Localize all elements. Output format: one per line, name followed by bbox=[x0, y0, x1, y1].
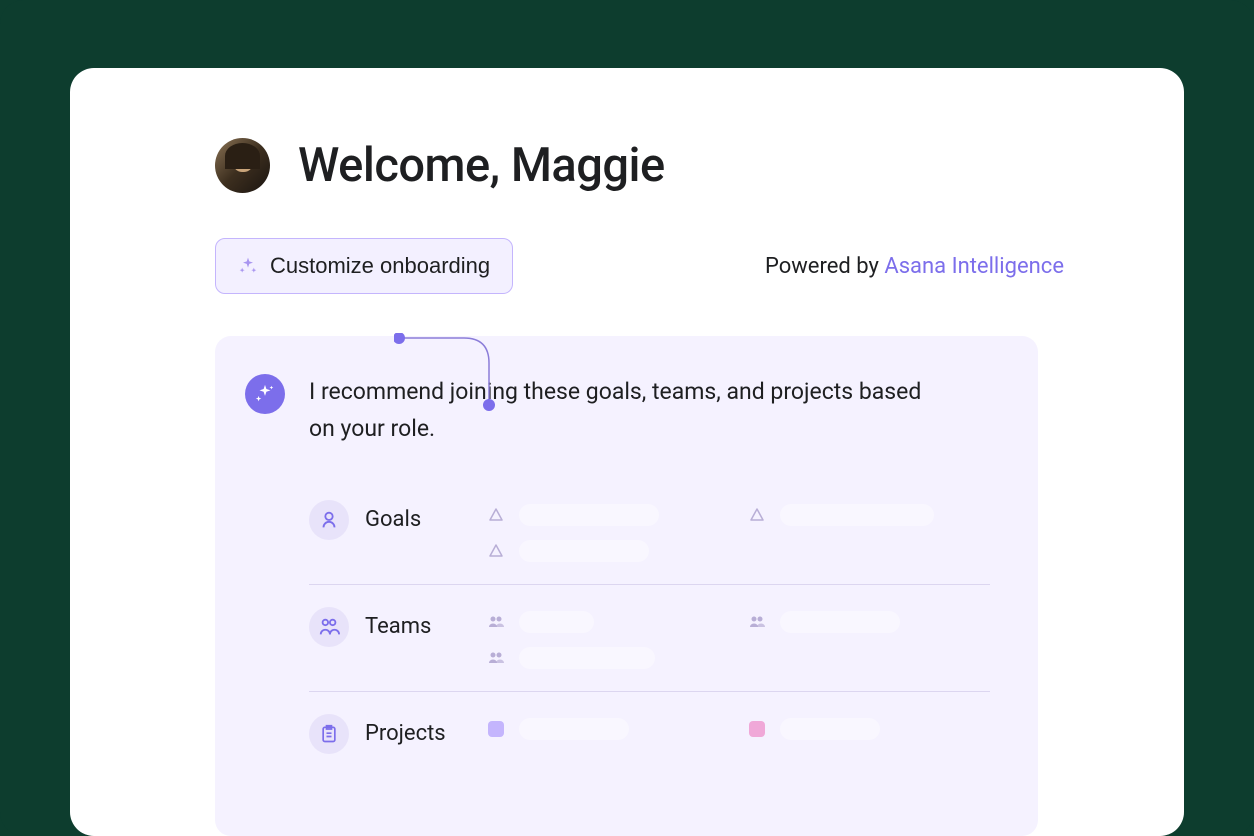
people-icon bbox=[487, 613, 505, 631]
outer-frame: Welcome, Maggie Customize onboarding Pow… bbox=[0, 0, 1254, 836]
placeholder-bar bbox=[519, 540, 649, 562]
teams-items bbox=[487, 607, 990, 669]
action-row: Customize onboarding Powered by Asana In… bbox=[215, 238, 1104, 294]
welcome-title: Welcome, Maggie bbox=[298, 138, 665, 193]
triangle-icon bbox=[748, 506, 766, 524]
triangle-icon bbox=[487, 542, 505, 560]
teams-label: Teams bbox=[365, 614, 431, 639]
goals-items bbox=[487, 500, 990, 562]
teams-section: Teams bbox=[309, 585, 990, 692]
goals-label-group: Goals bbox=[309, 500, 439, 540]
projects-section: Projects bbox=[309, 692, 990, 776]
projects-label-group: Projects bbox=[309, 714, 439, 754]
powered-brand[interactable]: Asana Intelligence bbox=[884, 254, 1064, 279]
people-icon bbox=[748, 613, 766, 631]
main-card: Welcome, Maggie Customize onboarding Pow… bbox=[70, 68, 1184, 836]
header-row: Welcome, Maggie bbox=[215, 138, 1104, 193]
placeholder-bar bbox=[519, 504, 659, 526]
team-item[interactable] bbox=[487, 611, 730, 633]
triangle-icon bbox=[487, 506, 505, 524]
goals-section: Goals bbox=[309, 478, 990, 585]
placeholder-bar bbox=[780, 718, 880, 740]
people-icon bbox=[487, 649, 505, 667]
sparkle-icon bbox=[238, 256, 258, 276]
project-square-icon bbox=[748, 720, 766, 738]
powered-prefix: Powered by bbox=[765, 254, 884, 279]
team-item[interactable] bbox=[487, 647, 730, 669]
goals-label: Goals bbox=[365, 507, 421, 532]
project-square-icon bbox=[487, 720, 505, 738]
teams-icon bbox=[309, 607, 349, 647]
placeholder-bar bbox=[780, 504, 934, 526]
recommendation-header: I recommend joining these goals, teams, … bbox=[245, 374, 990, 448]
goal-item[interactable] bbox=[748, 504, 991, 526]
goal-item[interactable] bbox=[487, 540, 730, 562]
recommendation-card: I recommend joining these goals, teams, … bbox=[215, 336, 1038, 836]
team-item[interactable] bbox=[748, 611, 991, 633]
customize-button-label: Customize onboarding bbox=[270, 253, 490, 279]
projects-label: Projects bbox=[365, 721, 446, 746]
project-item[interactable] bbox=[487, 718, 730, 740]
projects-items bbox=[487, 714, 990, 740]
projects-icon bbox=[309, 714, 349, 754]
placeholder-bar bbox=[780, 611, 900, 633]
powered-by-label: Powered by Asana Intelligence bbox=[765, 254, 1064, 279]
project-item[interactable] bbox=[748, 718, 991, 740]
placeholder-bar bbox=[519, 718, 629, 740]
placeholder-bar bbox=[519, 647, 655, 669]
placeholder-bar bbox=[519, 611, 594, 633]
goal-item[interactable] bbox=[487, 504, 730, 526]
sparkle-badge-icon bbox=[245, 374, 285, 414]
recommendation-text: I recommend joining these goals, teams, … bbox=[309, 374, 929, 448]
teams-label-group: Teams bbox=[309, 607, 439, 647]
goals-icon bbox=[309, 500, 349, 540]
customize-onboarding-button[interactable]: Customize onboarding bbox=[215, 238, 513, 294]
user-avatar[interactable] bbox=[215, 138, 270, 193]
